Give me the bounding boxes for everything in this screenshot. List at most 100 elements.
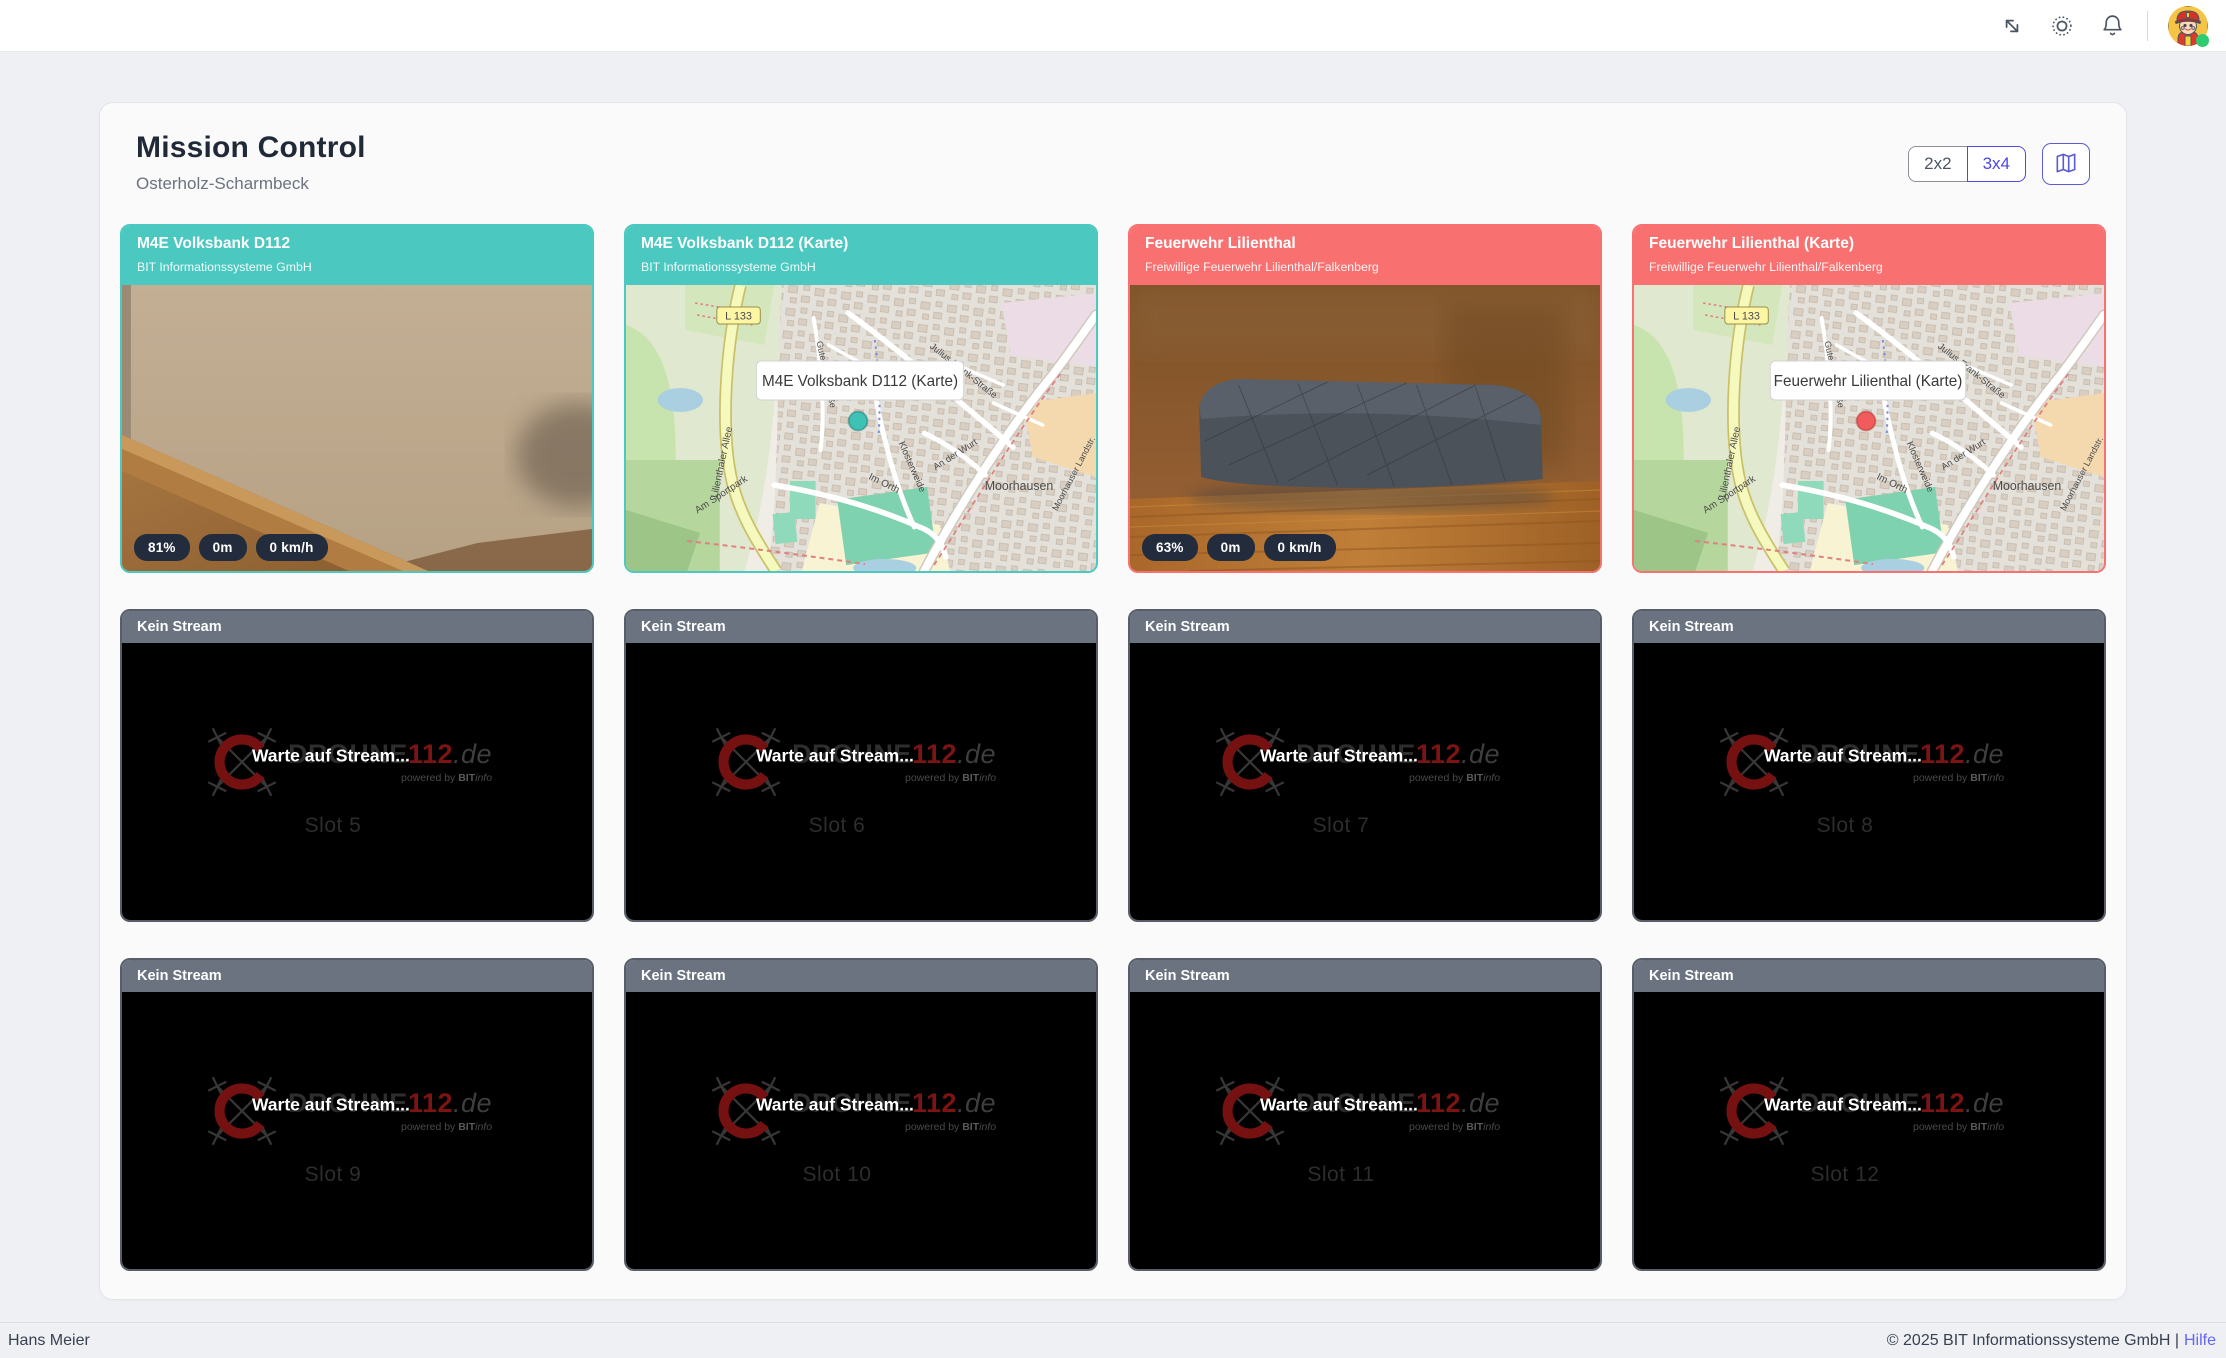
empty-stream-tile[interactable]: Kein Stream DRO [624, 958, 1098, 1271]
empty-stream-tile[interactable]: Kein Stream DRO [1632, 609, 2106, 922]
mission-control-card: Mission Control Osterholz-Scharmbeck 2x2… [99, 102, 2127, 1300]
user-avatar[interactable] [2168, 6, 2208, 46]
empty-tile-title: Kein Stream [1649, 619, 1734, 635]
empty-tile-body: DROHNE112.de powered by BITinfo Warte au… [122, 992, 592, 1269]
empty-tile-title: Kein Stream [137, 619, 222, 635]
battery-badge: 81% [134, 534, 190, 561]
grid-layout-toggle: 2x2 3x4 [1908, 146, 2026, 182]
tile-title: M4E Volksbank D112 [137, 235, 577, 253]
stream-grid: M4E Volksbank D112 BIT Informationssyste… [120, 224, 2106, 1271]
empty-tile-title: Kein Stream [137, 968, 222, 984]
camera-image-office [122, 285, 592, 571]
watermark: DROHNE112.de powered by BITinfo Warte au… [1634, 992, 2104, 1269]
waiting-text: Warte auf Stream... [756, 1094, 914, 1115]
empty-tile-title: Kein Stream [1145, 968, 1230, 984]
empty-tile-header: Kein Stream [626, 611, 1096, 643]
map-view-button[interactable] [2042, 143, 2090, 185]
camera-feed: 63% 0m 0 km/h [1130, 285, 1600, 571]
empty-stream-tile[interactable]: Kein Stream DRO [624, 609, 1098, 922]
expand-icon[interactable] [1997, 11, 2027, 41]
stream-tile-feuerwehr-map[interactable]: Feuerwehr Lilienthal (Karte) Freiwillige… [1632, 224, 2106, 573]
slot-label: Slot 9 [305, 1163, 362, 1187]
waiting-text: Warte auf Stream... [1260, 1094, 1418, 1115]
map-marker-red[interactable] [1857, 412, 1876, 431]
powered-by: powered by BITinfo [1913, 772, 2004, 784]
empty-tile-body: DROHNE112.de powered by BITinfo Warte au… [626, 643, 1096, 920]
page-title: Mission Control [136, 131, 366, 165]
powered-by: powered by BITinfo [1913, 1121, 2004, 1133]
map-tooltip-text: Feuerwehr Lilienthal (Karte) [1774, 373, 1963, 390]
topbar [0, 0, 2226, 52]
slot-label: Slot 6 [809, 814, 866, 838]
notification-bell-icon[interactable] [2097, 11, 2127, 41]
main-content: Mission Control Osterholz-Scharmbeck 2x2… [0, 52, 2226, 1312]
empty-stream-tile[interactable]: Kein Stream DRO [120, 609, 594, 922]
topbar-divider [2147, 11, 2148, 41]
tile-title: M4E Volksbank D112 (Karte) [641, 235, 1081, 253]
watermark: DROHNE112.de powered by BITinfo Warte au… [1634, 643, 2104, 920]
speed-badge: 0 km/h [256, 534, 328, 561]
empty-stream-tile[interactable]: Kein Stream DRO [120, 958, 594, 1271]
online-status-dot [2196, 34, 2209, 47]
map-view[interactable]: M4E Volksbank D112 (Karte) [626, 285, 1096, 571]
empty-tile-body: DROHNE112.de powered by BITinfo Warte au… [1634, 643, 2104, 920]
speed-badge: 0 km/h [1264, 534, 1336, 561]
tile-subtitle: BIT Informationssysteme GmbH [137, 260, 577, 274]
empty-tile-header: Kein Stream [122, 611, 592, 643]
stream-tile-volksbank-map[interactable]: M4E Volksbank D112 (Karte) BIT Informati… [624, 224, 1098, 573]
tile-header: Feuerwehr Lilienthal Freiwillige Feuerwe… [1130, 226, 1600, 285]
empty-tile-title: Kein Stream [641, 968, 726, 984]
footer-username: Hans Meier [8, 1332, 90, 1350]
telemetry-badges: 63% 0m 0 km/h [1142, 534, 1336, 561]
tile-header: Feuerwehr Lilienthal (Karte) Freiwillige… [1634, 226, 2104, 285]
empty-tile-header: Kein Stream [1130, 960, 1600, 992]
slot-label: Slot 7 [1313, 814, 1370, 838]
tile-subtitle: Freiwillige Feuerwehr Lilienthal/Falkenb… [1649, 260, 2089, 274]
stream-tile-feuerwehr-camera[interactable]: Feuerwehr Lilienthal Freiwillige Feuerwe… [1128, 224, 1602, 573]
footer: Hans Meier © 2025 BIT Informationssystem… [0, 1322, 2226, 1358]
empty-tile-header: Kein Stream [122, 960, 592, 992]
card-header: Mission Control Osterholz-Scharmbeck 2x2… [120, 125, 2106, 194]
powered-by: powered by BITinfo [1409, 1121, 1500, 1133]
tile-title: Feuerwehr Lilienthal [1145, 235, 1585, 253]
watermark: DROHNE112.de powered by BITinfo Warte au… [1130, 643, 1600, 920]
stream-tile-volksbank-camera[interactable]: M4E Volksbank D112 BIT Informationssyste… [120, 224, 594, 573]
empty-tile-body: DROHNE112.de powered by BITinfo Warte au… [122, 643, 592, 920]
slot-label: Slot 8 [1817, 814, 1874, 838]
layout-3x4-button[interactable]: 3x4 [1967, 146, 2026, 182]
empty-tile-body: DROHNE112.de powered by BITinfo Warte au… [626, 992, 1096, 1269]
tile-header: M4E Volksbank D112 (Karte) BIT Informati… [626, 226, 1096, 285]
tile-subtitle: Freiwillige Feuerwehr Lilienthal/Falkenb… [1145, 260, 1585, 274]
map-image: Feuerwehr Lilienthal (Karte) [1634, 285, 2104, 571]
empty-stream-tile[interactable]: Kein Stream DRO [1632, 958, 2106, 1271]
watermark: DROHNE112.de powered by BITinfo Warte au… [122, 992, 592, 1269]
theme-sun-icon[interactable] [2047, 11, 2077, 41]
waiting-text: Warte auf Stream... [252, 745, 410, 766]
empty-tile-header: Kein Stream [1634, 611, 2104, 643]
empty-stream-tile[interactable]: Kein Stream DRO [1128, 958, 1602, 1271]
slot-label: Slot 12 [1811, 1163, 1880, 1187]
empty-tile-body: DROHNE112.de powered by BITinfo Warte au… [1634, 992, 2104, 1269]
powered-by: powered by BITinfo [1409, 772, 1500, 784]
empty-tile-body: DROHNE112.de powered by BITinfo Warte au… [1130, 992, 1600, 1269]
map-marker-teal[interactable] [849, 412, 868, 431]
empty-tile-title: Kein Stream [641, 619, 726, 635]
empty-tile-header: Kein Stream [1130, 611, 1600, 643]
view-controls: 2x2 3x4 [1908, 143, 2090, 185]
tile-subtitle: BIT Informationssysteme GmbH [641, 260, 1081, 274]
waiting-text: Warte auf Stream... [252, 1094, 410, 1115]
empty-stream-tile[interactable]: Kein Stream DRO [1128, 609, 1602, 922]
empty-tile-header: Kein Stream [1634, 960, 2104, 992]
map-tooltip: Feuerwehr Lilienthal (Karte) [1770, 361, 1966, 400]
map-view[interactable]: Feuerwehr Lilienthal (Karte) [1634, 285, 2104, 571]
tile-header: M4E Volksbank D112 BIT Informationssyste… [122, 226, 592, 285]
empty-tile-header: Kein Stream [626, 960, 1096, 992]
waiting-text: Warte auf Stream... [756, 745, 914, 766]
watermark: DROHNE112.de powered by BITinfo Warte au… [122, 643, 592, 920]
waiting-text: Warte auf Stream... [1260, 745, 1418, 766]
slot-label: Slot 10 [803, 1163, 872, 1187]
watermark: DROHNE112.de powered by BITinfo Warte au… [626, 643, 1096, 920]
watermark: DROHNE112.de powered by BITinfo Warte au… [626, 992, 1096, 1269]
camera-feed: 81% 0m 0 km/h [122, 285, 592, 571]
layout-2x2-button[interactable]: 2x2 [1908, 146, 1967, 182]
